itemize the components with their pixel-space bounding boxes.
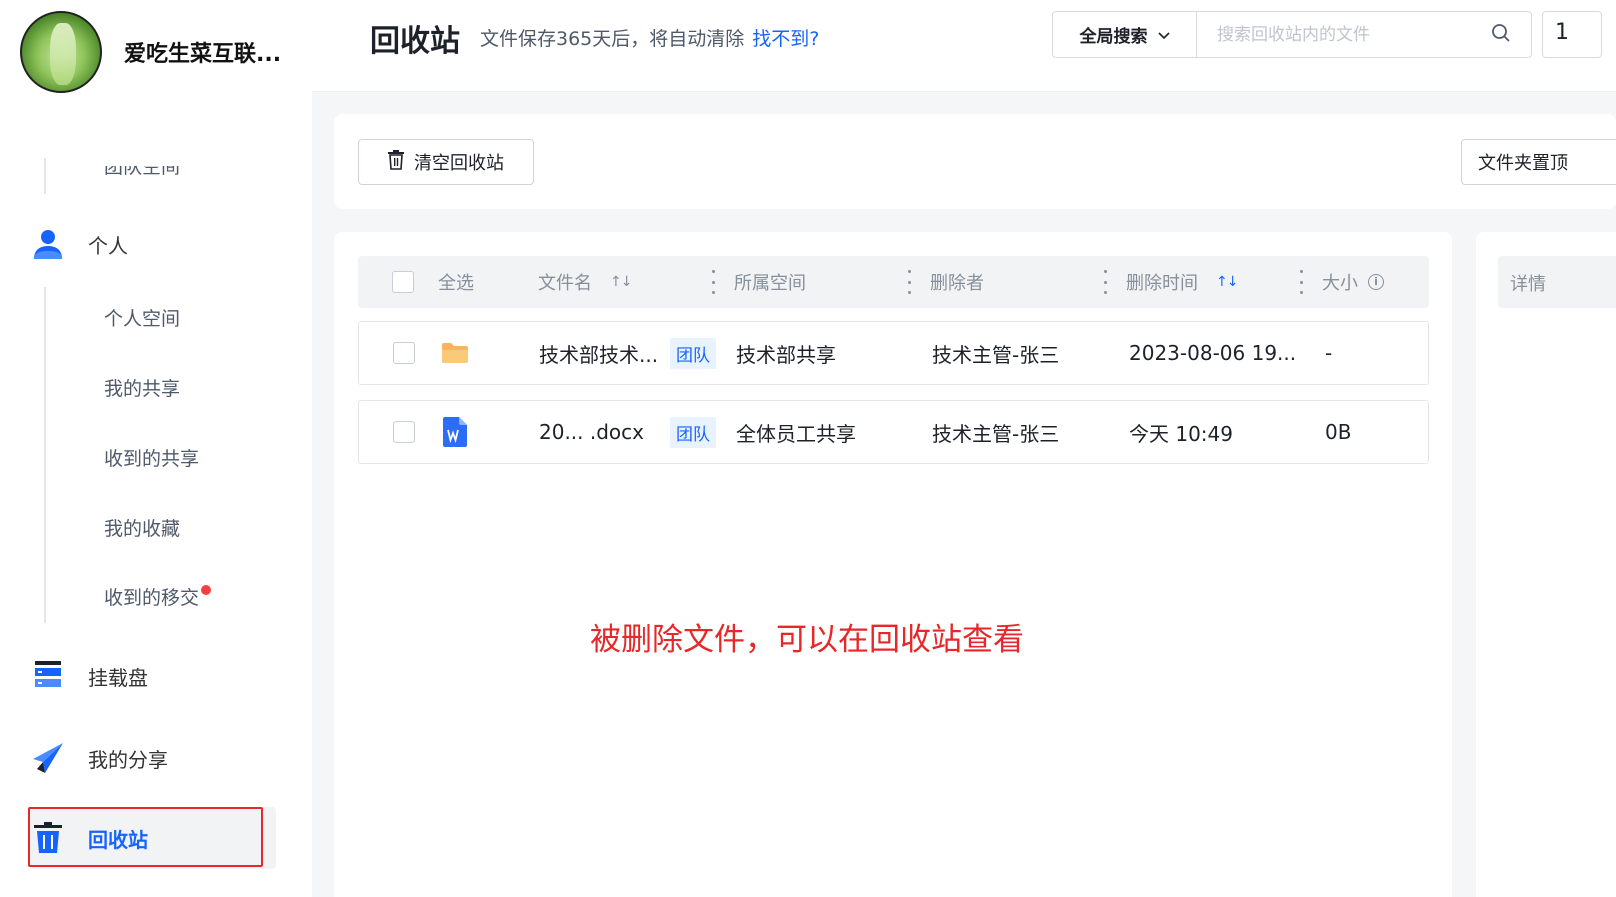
sidebar-item-mount-label: 挂载盘	[88, 665, 148, 690]
sidebar-item-my-share-links[interactable]: 我的分享	[30, 740, 168, 776]
search-scope-select[interactable]: 全局搜索	[1052, 11, 1197, 58]
space-tag-wrap: 团队	[670, 401, 716, 463]
row-checkbox-wrap[interactable]	[393, 322, 415, 384]
sort-icon[interactable]: ↑↓	[610, 274, 632, 290]
search-icon[interactable]	[1491, 23, 1511, 47]
file-delete-time: 今天 10:49	[1129, 421, 1233, 446]
col-space[interactable]: 所属空间	[734, 256, 806, 308]
brand-name: 爱吃生菜互联...	[124, 42, 282, 67]
col-delete-time-label: 删除时间	[1126, 273, 1198, 294]
search-box	[1196, 11, 1532, 58]
sidebar-item-team-space[interactable]: 团队空间	[104, 166, 180, 179]
chevron-down-icon	[1157, 25, 1170, 45]
table-header: 全选 文件名 ↑↓ 所属空间 删除者 删除时间 ↑↓ 大小 i	[358, 256, 1429, 308]
file-name[interactable]: 20... .docx	[539, 401, 644, 463]
page-description: 文件保存365天后，将自动清除 找不到?	[480, 24, 819, 51]
avatar[interactable]	[20, 11, 102, 93]
file-name[interactable]: 技术部技术...	[539, 322, 658, 384]
cant-find-link[interactable]: 找不到?	[752, 28, 819, 50]
col-name-label: 文件名	[538, 273, 592, 294]
sidebar-item-received-shares[interactable]: 收到的共享	[104, 444, 199, 471]
space-tag-wrap: 团队	[670, 322, 716, 384]
sidebar-item-favorites[interactable]: 我的收藏	[104, 514, 180, 541]
tree-line	[44, 287, 46, 623]
column-resize-handle[interactable]	[1102, 270, 1108, 294]
file-delete-time: 2023-08-06 19...	[1129, 341, 1297, 365]
sort-icon[interactable]: ↑↓	[1216, 274, 1238, 290]
paper-plane-icon	[30, 740, 66, 776]
column-resize-handle[interactable]	[710, 270, 716, 294]
sidebar-item-received-transfers-label: 收到的移交	[104, 587, 200, 609]
file-deleter: 技术主管-张三	[932, 421, 1060, 446]
row-checkbox[interactable]	[393, 421, 415, 443]
sidebar-item-my-shares[interactable]: 我的共享	[104, 374, 180, 401]
space-tag: 团队	[670, 416, 716, 448]
file-space: 全体员工共享	[736, 421, 856, 446]
folder-icon	[441, 322, 469, 384]
detail-title: 详情	[1498, 256, 1616, 308]
table-row[interactable]: 技术部技术... 团队 技术部共享 技术主管-张三 2023-08-06 19.…	[358, 321, 1429, 385]
brand[interactable]: 爱吃生菜互联...	[20, 10, 281, 94]
row-checkbox[interactable]	[393, 342, 415, 364]
column-resize-handle[interactable]	[906, 270, 912, 294]
sidebar-item-received-transfers[interactable]: 收到的移交	[104, 583, 212, 610]
person-icon	[30, 226, 66, 262]
sidebar-item-personal-space[interactable]: 个人空间	[104, 304, 180, 331]
sidebar-group-personal[interactable]: 个人	[30, 226, 128, 262]
unread-dot	[201, 585, 212, 595]
empty-recycle-label: 清空回收站	[414, 153, 504, 174]
file-size: 0B	[1325, 420, 1352, 444]
file-size: -	[1325, 341, 1333, 365]
toolbar: 清空回收站 文件夹置顶	[334, 114, 1616, 209]
sidebar: 爱吃生菜互联... 团队空间 个人 个人空间 我的共享 收到的共享 我的收藏 收…	[0, 0, 312, 897]
sidebar-group-personal-label: 个人	[88, 233, 128, 258]
sidebar-item-my-share-links-label: 我的分享	[88, 747, 168, 772]
file-table-card: 全选 文件名 ↑↓ 所属空间 删除者 删除时间 ↑↓ 大小 i 技术部技术...	[334, 232, 1452, 897]
mount-disk-icon	[30, 658, 66, 694]
word-doc-icon	[443, 401, 467, 463]
search-input[interactable]	[1217, 24, 1491, 45]
table-row[interactable]: 20... .docx 团队 全体员工共享 技术主管-张三 今天 10:49 0…	[358, 400, 1429, 464]
col-select-all[interactable]: 全选	[438, 256, 474, 308]
col-size[interactable]: 大小 i	[1322, 256, 1384, 308]
col-deleter[interactable]: 删除者	[930, 256, 984, 308]
tree-line	[44, 158, 46, 194]
info-icon[interactable]: i	[1368, 274, 1384, 290]
empty-recycle-button[interactable]: 清空回收站	[358, 139, 534, 185]
annotation-text: 被删除文件，可以在回收站查看	[590, 622, 1024, 658]
column-resize-handle[interactable]	[1298, 270, 1304, 294]
highlight-box	[28, 807, 263, 867]
trash-icon	[388, 149, 404, 175]
sidebar-item-mount[interactable]: 挂载盘	[30, 658, 148, 694]
space-tag: 团队	[670, 337, 716, 369]
search-scope-label: 全局搜索	[1079, 27, 1148, 47]
folder-pin-top-button[interactable]: 文件夹置顶	[1461, 139, 1616, 185]
retention-note: 文件保存365天后，将自动清除	[480, 28, 745, 50]
file-space: 技术部共享	[736, 342, 836, 367]
col-size-label: 大小	[1322, 273, 1358, 294]
header: 回收站 文件保存365天后，将自动清除找不到? 全局搜索 1	[312, 0, 1616, 92]
select-all-checkbox[interactable]	[392, 271, 414, 293]
col-delete-time[interactable]: 删除时间 ↑↓	[1126, 256, 1238, 308]
select-all-checkbox-wrap[interactable]	[392, 256, 414, 308]
page-title: 回收站	[370, 24, 460, 59]
col-name[interactable]: 文件名 ↑↓	[538, 256, 632, 308]
detail-panel: 详情	[1476, 232, 1616, 897]
header-extra-button[interactable]: 1	[1542, 11, 1602, 58]
row-checkbox-wrap[interactable]	[393, 401, 415, 463]
file-deleter: 技术主管-张三	[932, 342, 1060, 367]
